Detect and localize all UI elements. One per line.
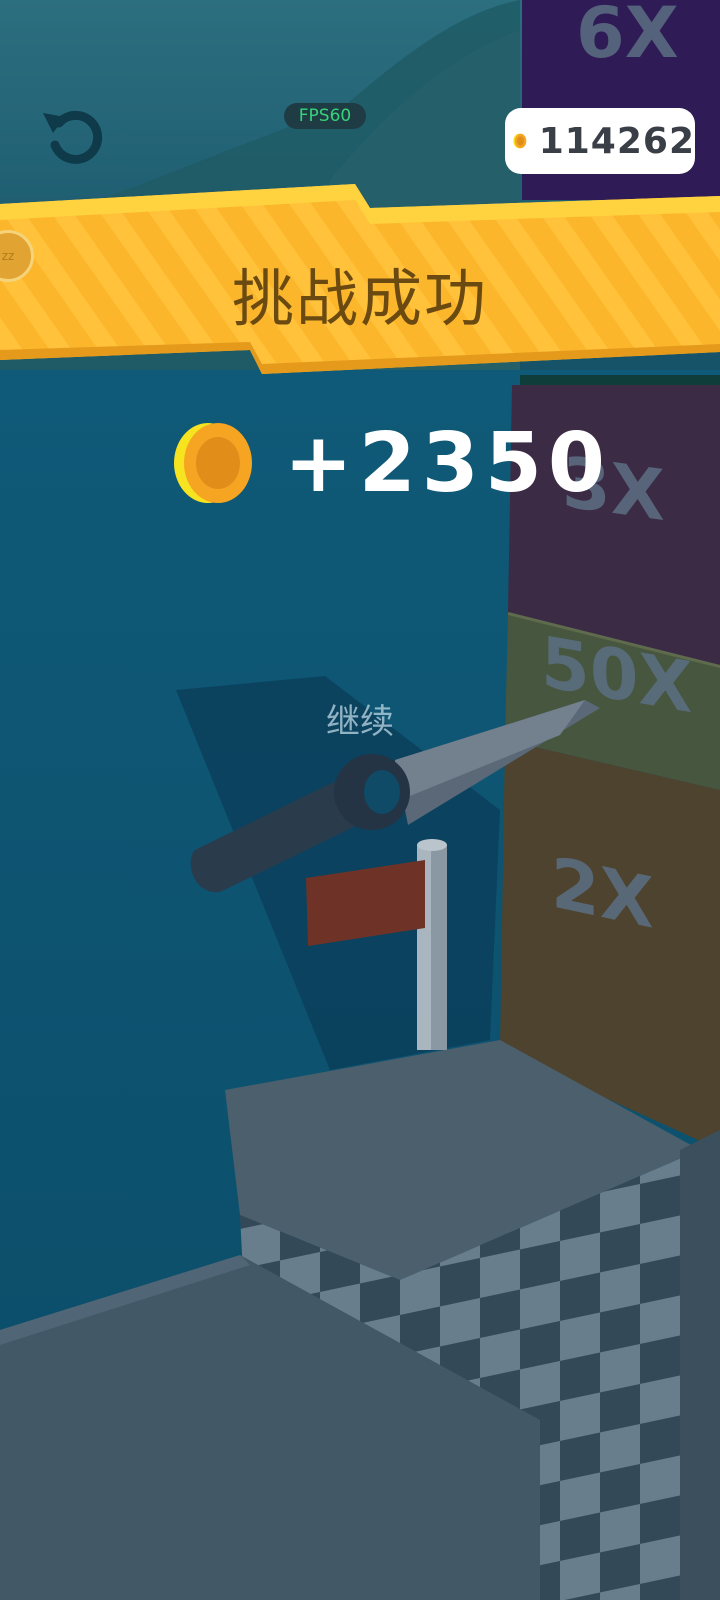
restart-icon: [43, 110, 103, 164]
coin-counter: 114262: [505, 108, 695, 174]
coin-icon: [513, 133, 527, 149]
coin-icon: [174, 423, 252, 503]
reward-amount: +2350: [284, 415, 611, 511]
continue-button[interactable]: 继续: [300, 694, 420, 742]
reward-display: +2350: [172, 415, 611, 511]
restart-button[interactable]: [32, 96, 108, 172]
fps-indicator: FPS60: [284, 103, 366, 129]
multiplier-label-6x: 6X: [576, 0, 679, 74]
coin-total: 114262: [538, 120, 695, 162]
banner-title: 挑战成功: [231, 262, 488, 335]
game-scene: [0, 0, 720, 1600]
